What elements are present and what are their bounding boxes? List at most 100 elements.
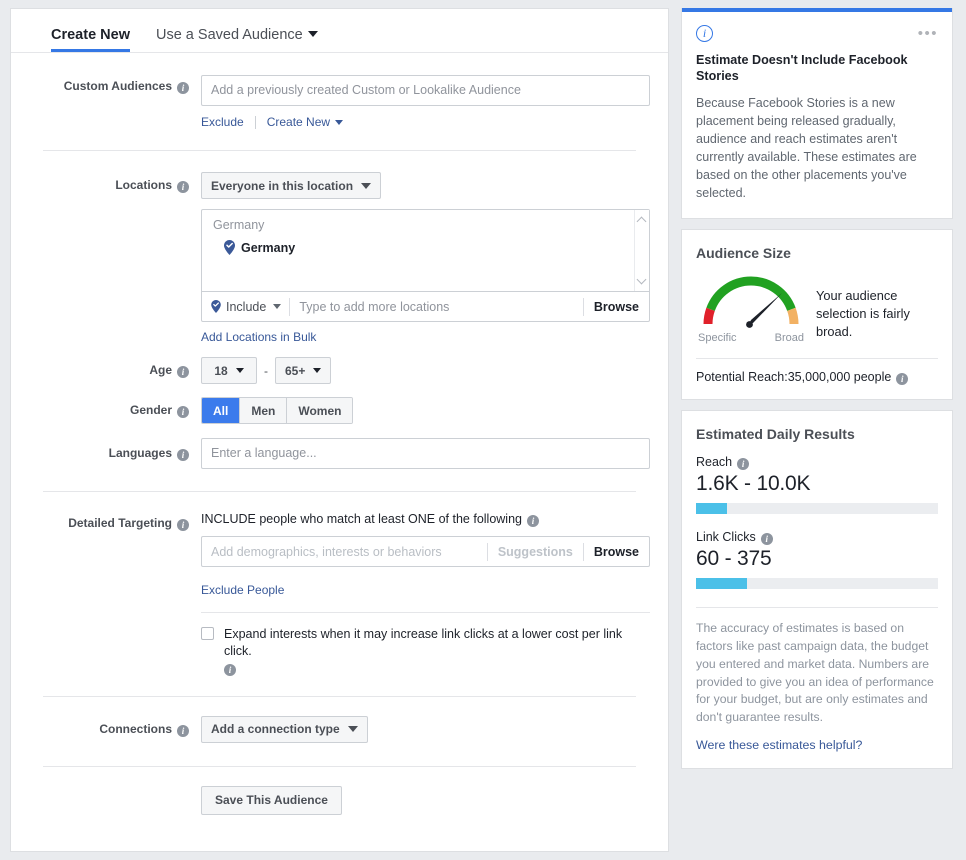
estimates-disclaimer: The accuracy of estimates is based on fa… (696, 620, 938, 726)
section-divider (43, 491, 636, 492)
tab-create-new-label: Create New (51, 27, 130, 43)
gauge-label-specific: Specific (698, 332, 737, 344)
age-separator: - (264, 364, 268, 378)
connections-field: Add a connection type (201, 716, 652, 743)
exclude-people-row: Exclude People (201, 583, 652, 597)
estimated-results-title: Estimated Daily Results (696, 426, 938, 442)
languages-input[interactable]: Enter a language... (201, 438, 650, 469)
custom-audiences-input[interactable]: Add a previously created Custom or Looka… (201, 75, 650, 106)
expand-interests-label: Expand interests when it may increase li… (224, 627, 622, 658)
audience-size-content: Audience Size (682, 230, 952, 399)
info-icon[interactable]: i (896, 373, 908, 385)
selected-locations-list: Germany Germany (202, 210, 649, 291)
metric-link-clicks: Link Clicksi 60 - 375 (696, 530, 938, 589)
location-item-germany[interactable]: Germany (213, 240, 649, 255)
notice-title: Estimate Doesn't Include Facebook Storie… (696, 52, 938, 85)
metric-link-clicks-bar-fill (696, 578, 747, 589)
chevron-down-icon (361, 183, 371, 189)
tab-create-new[interactable]: Create New (51, 27, 130, 52)
info-circle-icon[interactable]: i (696, 25, 713, 42)
metric-reach-label: Reachi (696, 455, 938, 470)
create-new-audience-link[interactable]: Create New (267, 115, 330, 129)
locations-field: Everyone in this location Germany (201, 172, 652, 344)
detailed-targeting-input[interactable]: Add demographics, interests or behaviors (202, 545, 487, 559)
chevron-down-icon (348, 726, 358, 732)
custom-audiences-field: Add a previously created Custom or Looka… (201, 75, 652, 129)
bulk-locations-row: Add Locations in Bulk (201, 330, 652, 344)
expand-interests-checkbox[interactable] (201, 627, 214, 640)
gender-option-all[interactable]: All (202, 398, 240, 423)
info-icon[interactable]: i (177, 519, 189, 531)
estimated-results-content: Estimated Daily Results Reachi 1.6K - 10… (682, 411, 952, 767)
audience-size-gauge-row: Specific Broad Your audience selection i… (696, 269, 938, 344)
save-audience-button[interactable]: Save This Audience (201, 786, 342, 815)
more-options-icon[interactable]: ••• (918, 31, 938, 37)
info-icon[interactable]: i (177, 82, 189, 94)
age-max-dropdown[interactable]: 65+ (275, 357, 331, 384)
scroll-up-icon[interactable] (638, 216, 647, 225)
gender-label: Genderi (11, 397, 201, 424)
gender-option-women[interactable]: Women (287, 398, 352, 423)
potential-reach-value: 35,000,000 people (788, 370, 892, 384)
potential-reach-row: Potential Reach:35,000,000 peoplei (696, 370, 938, 385)
metric-link-clicks-label: Link Clicksi (696, 530, 938, 545)
location-scope-dropdown[interactable]: Everyone in this location (201, 172, 381, 199)
chevron-down-icon (308, 31, 318, 37)
connections-row: Connectionsi Add a connection type (11, 716, 668, 743)
locations-row: Locationsi Everyone in this location Ger… (11, 172, 668, 344)
chevron-down-icon (273, 304, 281, 309)
gauge-label-broad: Broad (775, 332, 804, 344)
info-icon[interactable]: i (177, 181, 189, 193)
audience-size-gauge: Specific Broad (696, 269, 806, 344)
location-search-input[interactable]: Type to add more locations (290, 300, 583, 314)
detailed-targeting-field: INCLUDE people who match at least ONE of… (201, 512, 652, 676)
info-icon[interactable]: i (177, 406, 189, 418)
detailed-targeting-input-row: Add demographics, interests or behaviors… (201, 536, 650, 567)
info-icon[interactable]: i (761, 533, 773, 545)
metric-link-clicks-bar-track (696, 578, 938, 589)
connections-label: Connectionsi (11, 716, 201, 743)
info-icon[interactable]: i (177, 725, 189, 737)
locations-browse-button[interactable]: Browse (584, 300, 649, 314)
connection-type-dropdown[interactable]: Add a connection type (201, 716, 368, 743)
add-locations-in-bulk-link[interactable]: Add Locations in Bulk (201, 330, 316, 344)
location-item-label: Germany (241, 241, 295, 255)
age-max-value: 65+ (285, 364, 305, 378)
gauge-svg (696, 269, 806, 331)
audience-size-title: Audience Size (696, 245, 938, 261)
include-label: Include (226, 300, 266, 314)
detailed-targeting-browse-button[interactable]: Browse (584, 545, 649, 559)
locations-scrollbar[interactable] (634, 210, 649, 291)
metric-reach-bar-track (696, 503, 938, 514)
tab-use-saved-audience[interactable]: Use a Saved Audience (156, 27, 318, 52)
chevron-down-icon (236, 368, 244, 373)
info-icon[interactable]: i (177, 449, 189, 461)
map-pin-check-icon (224, 240, 235, 255)
exclude-audience-link[interactable]: Exclude (201, 115, 244, 129)
age-min-value: 18 (214, 364, 227, 378)
info-icon[interactable]: i (527, 515, 539, 527)
gender-segmented-control: All Men Women (201, 397, 353, 424)
save-audience-row: Save This Audience (11, 786, 668, 815)
section-divider (43, 766, 636, 767)
gauge-scale-labels: Specific Broad (696, 332, 806, 344)
age-min-dropdown[interactable]: 18 (201, 357, 257, 384)
expand-interests-row: Expand interests when it may increase li… (201, 626, 650, 676)
detailed-targeting-suggestions-button[interactable]: Suggestions (488, 545, 583, 559)
info-icon[interactable]: i (177, 366, 189, 378)
gender-row: Genderi All Men Women (11, 397, 668, 424)
age-label: Agei (11, 357, 201, 384)
metric-reach-bar-fill (696, 503, 727, 514)
audience-size-card: Audience Size (681, 229, 953, 400)
info-icon[interactable]: i (737, 458, 749, 470)
scroll-down-icon[interactable] (638, 276, 647, 285)
include-exclude-dropdown[interactable]: Include (202, 300, 289, 314)
divider (255, 116, 256, 129)
gender-option-men[interactable]: Men (240, 398, 287, 423)
estimates-feedback-link[interactable]: Were these estimates helpful? (696, 738, 938, 752)
location-add-row: Include Type to add more locations Brows… (202, 291, 649, 321)
exclude-people-link[interactable]: Exclude People (201, 583, 284, 597)
metric-reach: Reachi 1.6K - 10.0K (696, 455, 938, 514)
info-icon[interactable]: i (224, 664, 236, 676)
connection-type-label: Add a connection type (211, 722, 340, 736)
